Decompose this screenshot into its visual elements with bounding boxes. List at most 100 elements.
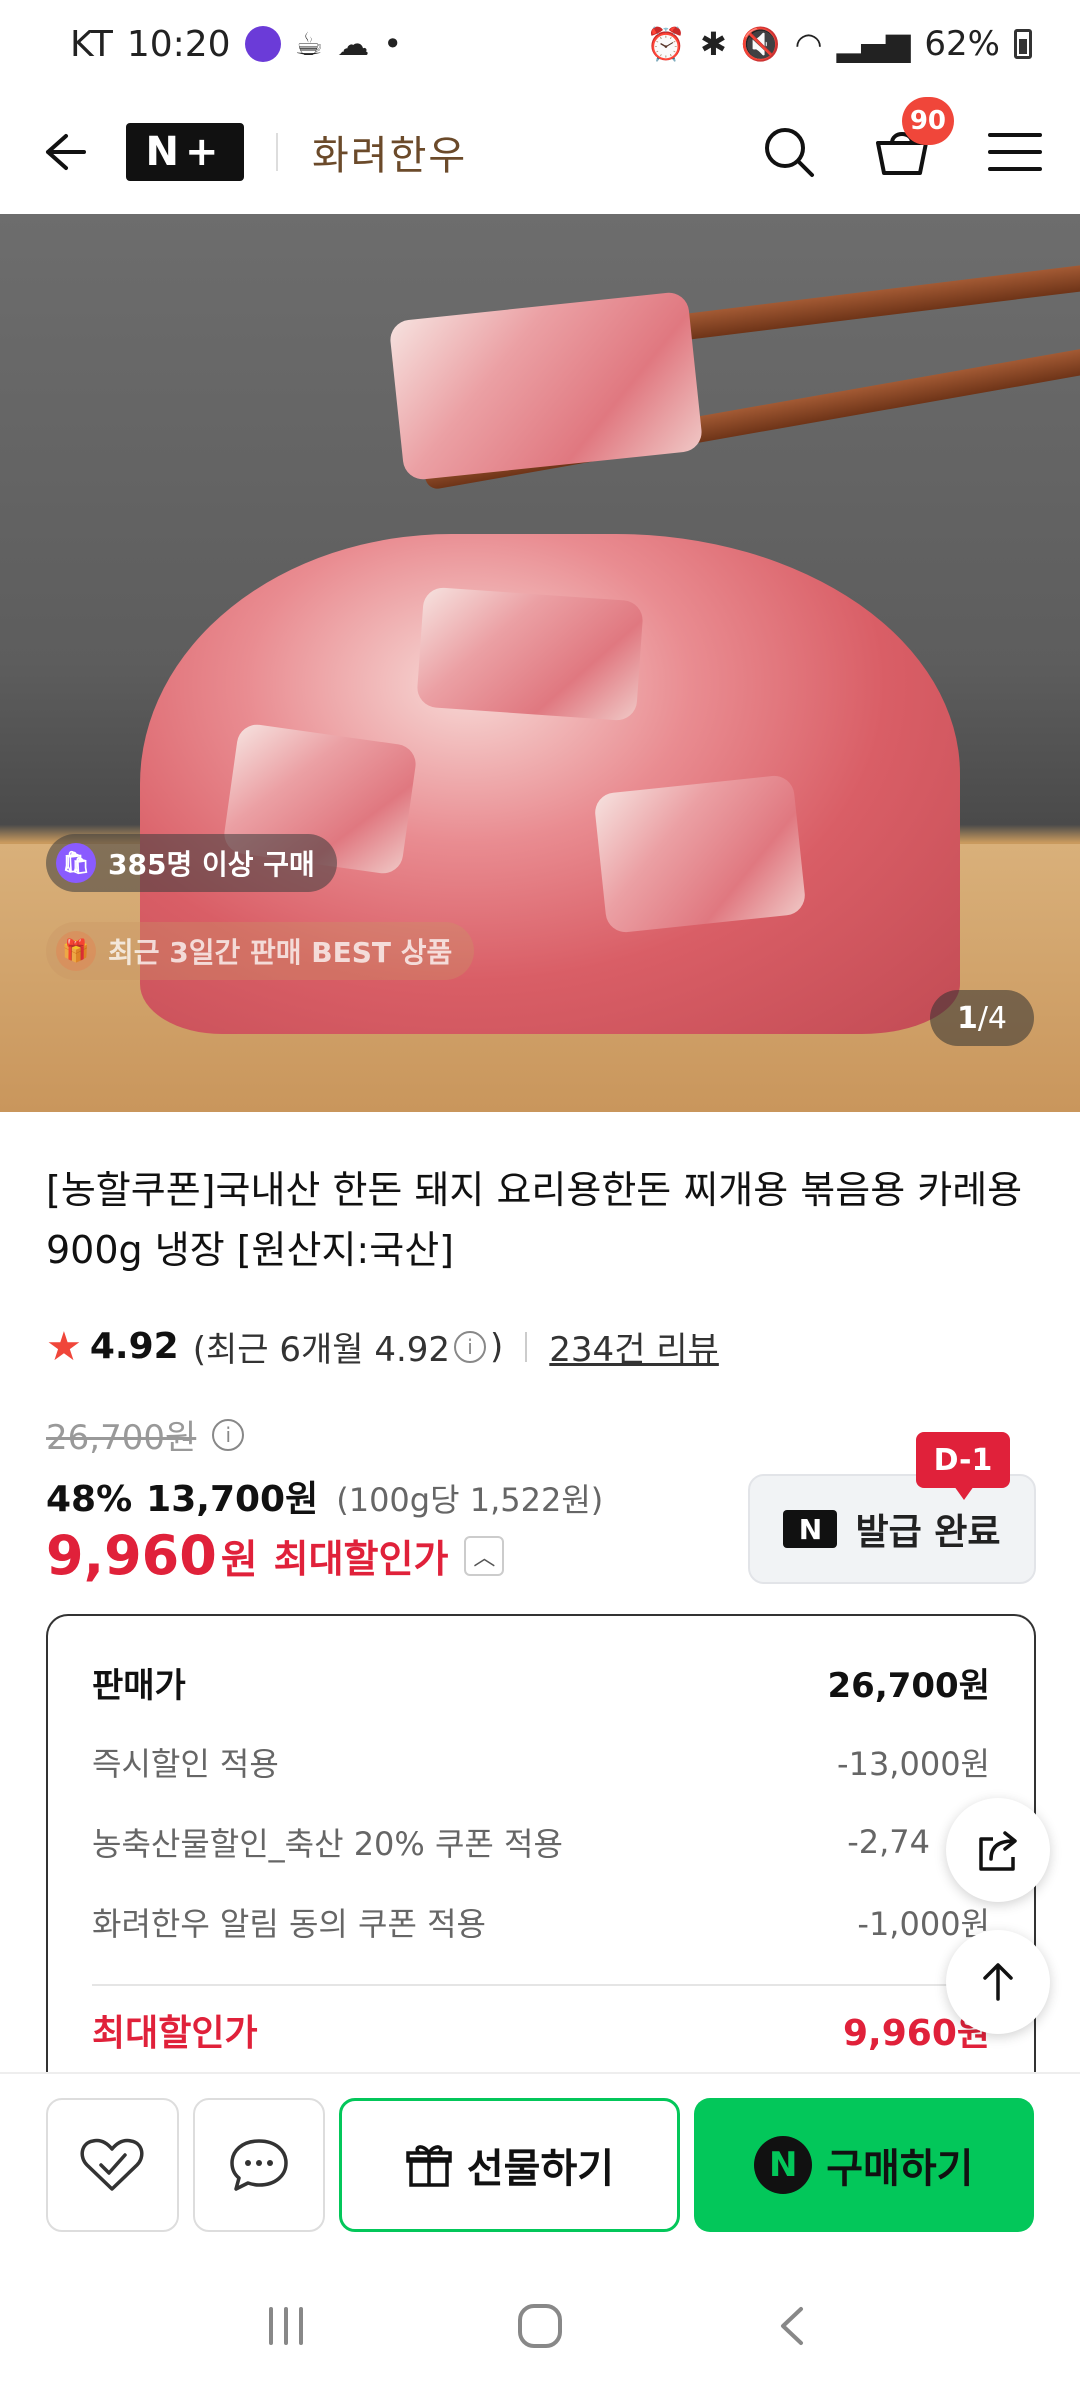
arrow-up-icon [983,1963,1013,2001]
discount-rate: 48% [46,1479,133,1520]
purchase-count-chip: 🛍 385명 이상 구매 [46,834,337,892]
breakdown-row: 즉시할인 적용 -13,000원 [92,1722,990,1802]
image-counter: 1 /4 [930,990,1034,1046]
signal-icon: ▂▄▆ [836,25,911,63]
chat-bubble-icon [230,2139,288,2191]
coupon-issued-button[interactable]: N 발급 완료 [748,1474,1036,1584]
system-back-button[interactable] [769,2301,819,2355]
rating-score: 4.92 [89,1326,179,1367]
share-icon [979,1831,1017,1871]
back-arrow-icon [46,134,86,170]
original-price-row: 26,700원 i [46,1410,248,1459]
image-counter-total: /4 [977,1000,1008,1036]
cloud-icon: ☁ [337,25,370,63]
rating-row: ★ 4.92 (최근 6개월 4.92 i ) 234건 리뷰 [46,1322,719,1371]
nplus-logo[interactable]: N+ [126,123,244,181]
wishlist-button[interactable] [46,2098,179,2232]
max-discount-price: 9,960 [46,1524,217,1587]
breakdown-total-label: 최대할인가 [92,2013,258,2054]
product-image-carousel[interactable]: 🛍 385명 이상 구매 🎁 최근 3일간 판매 BEST 상품 1 /4 [0,214,1080,1112]
chat-button[interactable] [192,2098,326,2232]
d-day-tag: D-1 [916,1432,1010,1500]
battery-icon [1014,29,1032,59]
cart-count-badge: 90 [901,97,954,145]
coupon-label: 발급 완료 [855,1512,1001,1553]
meat-piece [593,773,807,935]
max-discount-label: 최대할인가 [273,1537,449,1581]
breakdown-row: 농축산물할인_축산 20% 쿠폰 적용 -2,74 [92,1802,990,1882]
image-counter-current: 1 [956,1000,978,1036]
back-button[interactable] [36,126,88,178]
breakdown-value: -2,74 [847,1823,930,1861]
sale-price-row: 48% 13,700원 (100g당 1,522원) [46,1470,603,1522]
buy-button[interactable]: N 구매하기 [693,2098,1034,2232]
dot-icon: • [383,25,403,63]
store-name[interactable]: 화려한우 [312,123,467,181]
gift-icon [406,2145,452,2187]
breakdown-value: -13,000원 [837,1745,990,1783]
gift-button[interactable]: 선물하기 [339,2098,680,2232]
heart-check-icon [80,2138,144,2191]
original-price: 26,700원 [46,1418,197,1458]
buy-button-label: 구매하기 [826,2146,974,2192]
hamburger-menu-icon [988,133,1042,171]
breakdown-total-row: 최대할인가 9,960원 [92,1984,990,2074]
naver-pay-icon: N [754,2136,813,2194]
product-title: [농할쿠폰]국내산 한돈 돼지 요리용한돈 찌개용 볶음용 카레용 900g 냉… [46,1168,1023,1272]
unit-price: (100g당 1,522원) [336,1481,604,1519]
price-info-icon[interactable]: i [212,1418,245,1451]
app-notification-icon [244,26,281,62]
cup-icon: ☕ [294,25,324,63]
breakdown-value: 26,700원 [827,1665,990,1706]
scroll-top-button[interactable] [946,1930,1050,2034]
bottom-action-bar: 선물하기 N 구매하기 [0,2072,1080,2256]
carrier-label: KT [70,23,113,65]
rating-recent-close: ) [490,1326,504,1367]
sale-price: 13,700원 [146,1479,319,1520]
menu-button[interactable] [986,129,1044,175]
wifi-icon: ◠ [794,25,823,63]
breakdown-label: 판매가 [92,1665,186,1706]
best-seller-chip: 🎁 최근 3일간 판매 BEST 상품 [46,922,475,980]
search-icon [765,128,814,177]
product-detail-screen: KT 10:20 ☕ ☁ • ⏰ ✱ 🔇 ◠ ▂▄▆ 62% N+ 화려한우 9… [0,0,1080,2400]
info-icon[interactable]: i [454,1330,487,1363]
breakdown-row: 판매가 26,700원 [92,1642,990,1722]
app-header: N+ 화려한우 90 [0,88,1080,216]
battery-percent: 62% [924,24,1000,64]
chevron-left-icon [781,2307,804,2345]
purchase-count-label: 385명 이상 구매 [108,848,315,881]
gift-button-label: 선물하기 [466,2146,615,2192]
gift-box-icon: 🎁 [56,931,96,971]
star-icon: ★ [46,1323,82,1370]
cart-button[interactable]: 90 [872,97,954,181]
header-divider [276,133,278,171]
clock: 10:20 [126,23,231,65]
share-button[interactable] [946,1798,1050,1902]
breakdown-label: 화려한우 알림 동의 쿠폰 적용 [92,1905,486,1943]
max-discount-won: 원 [220,1536,258,1583]
recent-apps-button[interactable] [261,2301,311,2355]
mute-icon: 🔇 [740,25,781,63]
recent-apps-icon [268,2307,303,2345]
rating-recent: (최근 6개월 4.92 [192,1330,451,1370]
home-button[interactable] [512,2298,568,2358]
chevron-up-icon[interactable]: ︿ [464,1535,505,1576]
bluetooth-icon: ✱ [700,25,727,63]
meat-piece-on-chopsticks [388,290,704,482]
home-icon [517,2304,562,2348]
breakdown-label: 즉시할인 적용 [92,1745,279,1783]
status-bar: KT 10:20 ☕ ☁ • ⏰ ✱ 🔇 ◠ ▂▄▆ 62% [0,0,1080,88]
price-breakdown: 판매가 26,700원 즉시할인 적용 -13,000원 농축산물할인_축산 2… [46,1614,1036,2074]
shopping-bag-icon: 🛍 [56,843,96,883]
breakdown-label: 농축산물할인_축산 20% 쿠폰 적용 [92,1825,563,1863]
max-discount-row: 9,960 원 최대할인가 ︿ [46,1524,505,1587]
review-count-link[interactable]: 234건 리뷰 [549,1322,719,1371]
system-navigation-bar [0,2256,1080,2400]
rating-divider [525,1331,528,1362]
breakdown-row: 화려한우 알림 동의 쿠폰 적용 -1,000원 [92,1882,990,1962]
search-button[interactable] [760,123,818,181]
best-seller-label: 최근 3일간 판매 BEST 상품 [108,936,453,969]
alarm-icon: ⏰ [646,25,687,63]
meat-piece [416,586,644,722]
